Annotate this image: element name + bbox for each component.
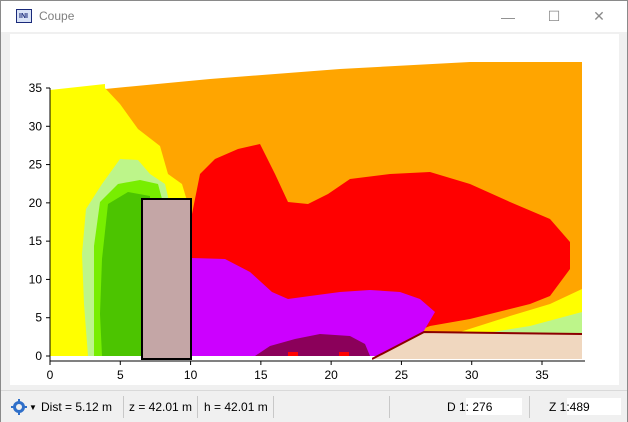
status-d-scale: D 1: 276 xyxy=(447,400,493,414)
dropdown-caret-icon[interactable]: ▼ xyxy=(29,403,37,412)
minimize-button[interactable]: — xyxy=(485,1,531,32)
y-tick-label: 5 xyxy=(35,311,42,325)
status-dist: Dist = 5.12 m xyxy=(41,400,113,414)
close-button[interactable]: ✕ xyxy=(576,1,622,32)
status-separator xyxy=(529,396,530,418)
baseline-band xyxy=(50,356,372,360)
status-separator xyxy=(389,396,390,418)
x-tick-label: 0 xyxy=(47,368,54,382)
status-bar: ▼ Dist = 5.12 m z = 42.01 m h = 42.01 m … xyxy=(1,390,627,422)
x-tick-label: 15 xyxy=(254,368,268,382)
settings-gear-icon[interactable] xyxy=(11,399,27,415)
y-tick-label: 30 xyxy=(29,119,43,133)
status-z-scale: Z 1:489 xyxy=(549,400,590,414)
y-tick-label: 20 xyxy=(29,196,43,210)
y-tick-label: 10 xyxy=(29,272,43,286)
x-tick-label: 30 xyxy=(465,368,479,382)
y-tick-label: 35 xyxy=(29,81,43,95)
maximize-button[interactable]: ☐ xyxy=(531,1,577,32)
x-tick-label: 5 xyxy=(117,368,124,382)
status-z: z = 42.01 m xyxy=(129,400,193,414)
status-h: h = 42.01 m xyxy=(204,400,268,414)
contour-chart-svg: 0 5 10 15 20 25 30 35 0 5 10 15 20 25 30 35 xyxy=(29,62,585,382)
window-title: Coupe xyxy=(39,9,75,23)
window: INI Coupe — ☐ ✕ 0 5 10 15 20 25 30 35 0 … xyxy=(0,0,628,422)
y-tick-label: 25 xyxy=(29,158,43,172)
building-block xyxy=(141,198,192,360)
x-tick-label: 10 xyxy=(184,368,198,382)
status-separator xyxy=(197,396,198,418)
x-tick-label: 20 xyxy=(324,368,338,382)
status-separator xyxy=(123,396,124,418)
status-separator xyxy=(273,396,274,418)
app-window-icon: INI xyxy=(16,9,32,23)
y-tick-label: 0 xyxy=(35,349,42,363)
x-tick-label: 25 xyxy=(395,368,409,382)
y-tick-label: 15 xyxy=(29,234,43,248)
cross-section-plot[interactable]: 0 5 10 15 20 25 30 35 0 5 10 15 20 25 30 35 xyxy=(10,34,619,385)
title-bar[interactable]: INI Coupe — ☐ ✕ xyxy=(1,1,627,32)
x-tick-label: 35 xyxy=(535,368,549,382)
